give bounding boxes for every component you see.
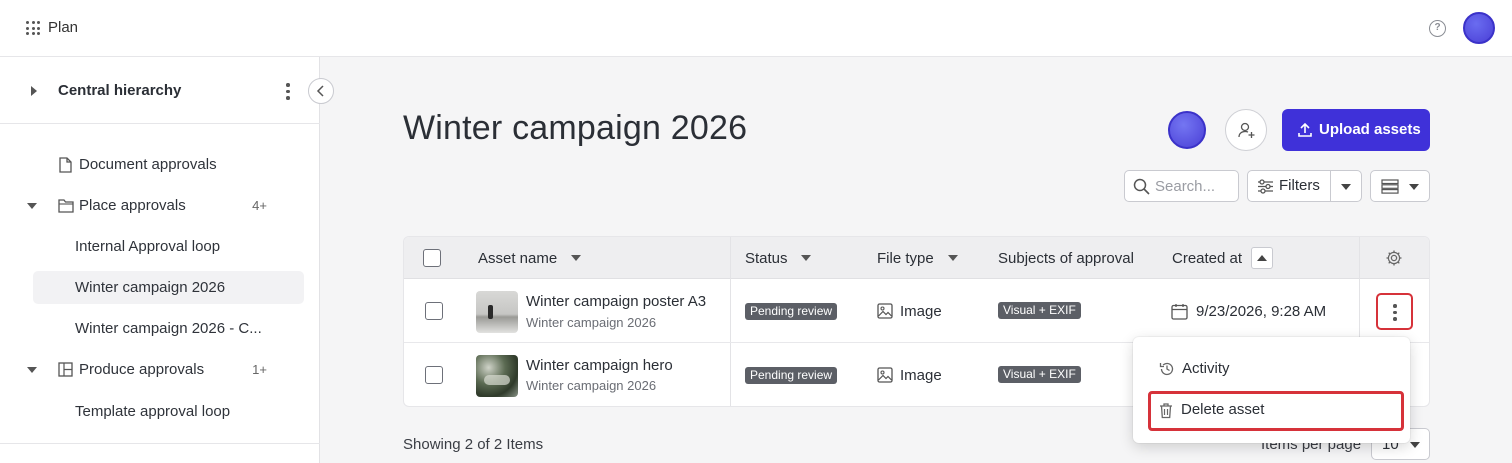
- sidebar-item-internal-approval-loop[interactable]: Internal Approval loop: [0, 230, 320, 264]
- menu-item-label: Delete asset: [1181, 401, 1265, 418]
- trash-icon: [1160, 403, 1172, 419]
- upload-assets-label: Upload assets: [1319, 121, 1421, 138]
- kebab-icon: [1393, 304, 1397, 321]
- asset-name[interactable]: Winter campaign hero: [526, 357, 673, 374]
- upload-assets-button[interactable]: Upload assets: [1282, 109, 1430, 151]
- asset-folder: Winter campaign 2026: [526, 315, 657, 330]
- select-all-checkbox[interactable]: [423, 249, 441, 267]
- search-icon: [1133, 178, 1150, 195]
- sort-icon[interactable]: [571, 255, 581, 261]
- asset-thumbnail[interactable]: [476, 291, 518, 333]
- column-file-type[interactable]: File type: [877, 250, 934, 267]
- menu-item-delete-asset[interactable]: Delete asset: [1148, 391, 1404, 431]
- asset-thumbnail[interactable]: [476, 355, 518, 397]
- sort-ascending-button[interactable]: [1251, 247, 1273, 269]
- top-bar: Plan ?: [0, 0, 1512, 57]
- chevron-left-icon: [316, 85, 324, 97]
- row-actions-menu: Activity Delete asset: [1133, 337, 1410, 443]
- sort-icon[interactable]: [948, 255, 958, 261]
- image-icon: [877, 367, 893, 383]
- asset-folder: Winter campaign 2026: [526, 378, 657, 393]
- image-icon: [877, 303, 893, 319]
- sidebar-item-label: Template approval loop: [75, 403, 231, 420]
- filters-control: Filters: [1247, 170, 1362, 202]
- filters-button[interactable]: Filters: [1248, 171, 1331, 201]
- status-badge: Pending review: [745, 367, 838, 384]
- search-field[interactable]: [1124, 170, 1239, 202]
- file-type: Image: [900, 367, 942, 384]
- subjects-badge: Visual + EXIF: [998, 366, 1081, 383]
- menu-item-activity[interactable]: Activity: [1149, 351, 1399, 387]
- sidebar-item-template-approval-loop[interactable]: Template approval loop: [0, 395, 320, 429]
- sidebar: Central hierarchy Document approvals Pla…: [0, 57, 320, 463]
- chevron-down-icon: [1409, 184, 1419, 190]
- row-actions-button[interactable]: [1376, 293, 1413, 330]
- row-checkbox[interactable]: [425, 302, 443, 320]
- sidebar-item-place-approvals[interactable]: Place approvals 4+: [0, 189, 320, 223]
- table-row[interactable]: Winter campaign poster A3 Winter campaig…: [404, 279, 1429, 343]
- caret-right-icon[interactable]: [31, 86, 37, 96]
- sort-icon[interactable]: [801, 255, 811, 261]
- column-subjects-of-approval[interactable]: Subjects of approval: [998, 250, 1134, 267]
- filters-label: Filters: [1279, 177, 1320, 194]
- add-user-icon: [1238, 122, 1255, 138]
- created-at: 9/23/2026, 9:28 AM: [1196, 303, 1327, 320]
- list-view-icon: [1381, 179, 1399, 194]
- sidebar-item-document-approvals[interactable]: Document approvals: [0, 148, 320, 182]
- app-title[interactable]: Plan: [48, 19, 78, 36]
- user-avatar[interactable]: [1463, 12, 1495, 44]
- sidebar-item-label: Place approvals: [79, 197, 186, 214]
- sidebar-item-label: Winter campaign 2026 - C...: [75, 320, 262, 337]
- count-badge: 4+: [252, 198, 267, 213]
- file-type: Image: [900, 303, 942, 320]
- folder-avatar[interactable]: [1168, 111, 1206, 149]
- layout-icon: [58, 362, 73, 377]
- sidebar-header: Central hierarchy: [0, 57, 320, 124]
- view-toggle-button[interactable]: [1370, 170, 1430, 202]
- status-badge: Pending review: [745, 303, 838, 320]
- subjects-badge: Visual + EXIF: [998, 302, 1081, 319]
- count-badge: 1+: [252, 362, 267, 377]
- calendar-icon: [1171, 304, 1188, 320]
- sidebar-item-winter-campaign-2026-c[interactable]: Winter campaign 2026 - C...: [0, 312, 320, 346]
- divider: [0, 443, 320, 444]
- apps-grid-icon[interactable]: [26, 21, 40, 35]
- sliders-icon: [1258, 179, 1273, 194]
- column-asset-name[interactable]: Asset name: [478, 250, 557, 267]
- folder-icon: [58, 199, 74, 213]
- sidebar-item-produce-approvals[interactable]: Produce approvals 1+: [0, 353, 320, 387]
- caret-down-icon[interactable]: [27, 203, 37, 209]
- collapse-sidebar-button[interactable]: [308, 78, 334, 104]
- sidebar-item-label: Document approvals: [79, 156, 217, 173]
- kebab-icon[interactable]: [286, 83, 290, 100]
- gear-icon[interactable]: [1385, 249, 1403, 267]
- upload-icon: [1298, 122, 1312, 137]
- add-user-button[interactable]: [1225, 109, 1267, 151]
- sidebar-title[interactable]: Central hierarchy: [58, 82, 181, 99]
- menu-item-label: Activity: [1182, 360, 1230, 377]
- page-title: Winter campaign 2026: [403, 109, 748, 147]
- column-status[interactable]: Status: [745, 250, 788, 267]
- pagination-summary: Showing 2 of 2 Items: [403, 436, 544, 453]
- sidebar-item-winter-campaign-2026[interactable]: Winter campaign 2026: [0, 271, 320, 305]
- chevron-down-icon: [1410, 442, 1420, 448]
- row-checkbox[interactable]: [425, 366, 443, 384]
- table-header: Asset name Status File type Subjects of …: [404, 237, 1429, 279]
- search-input[interactable]: [1155, 176, 1235, 196]
- caret-down-icon[interactable]: [27, 367, 37, 373]
- history-icon: [1159, 362, 1174, 376]
- document-icon: [59, 157, 72, 173]
- filters-dropdown-icon[interactable]: [1341, 184, 1351, 190]
- sidebar-item-label: Internal Approval loop: [75, 238, 221, 255]
- sidebar-item-label: Winter campaign 2026: [75, 279, 226, 296]
- column-created-at[interactable]: Created at: [1172, 250, 1242, 267]
- help-icon[interactable]: ?: [1429, 20, 1446, 37]
- asset-name[interactable]: Winter campaign poster A3: [526, 293, 706, 310]
- sidebar-item-label: Produce approvals: [79, 361, 205, 378]
